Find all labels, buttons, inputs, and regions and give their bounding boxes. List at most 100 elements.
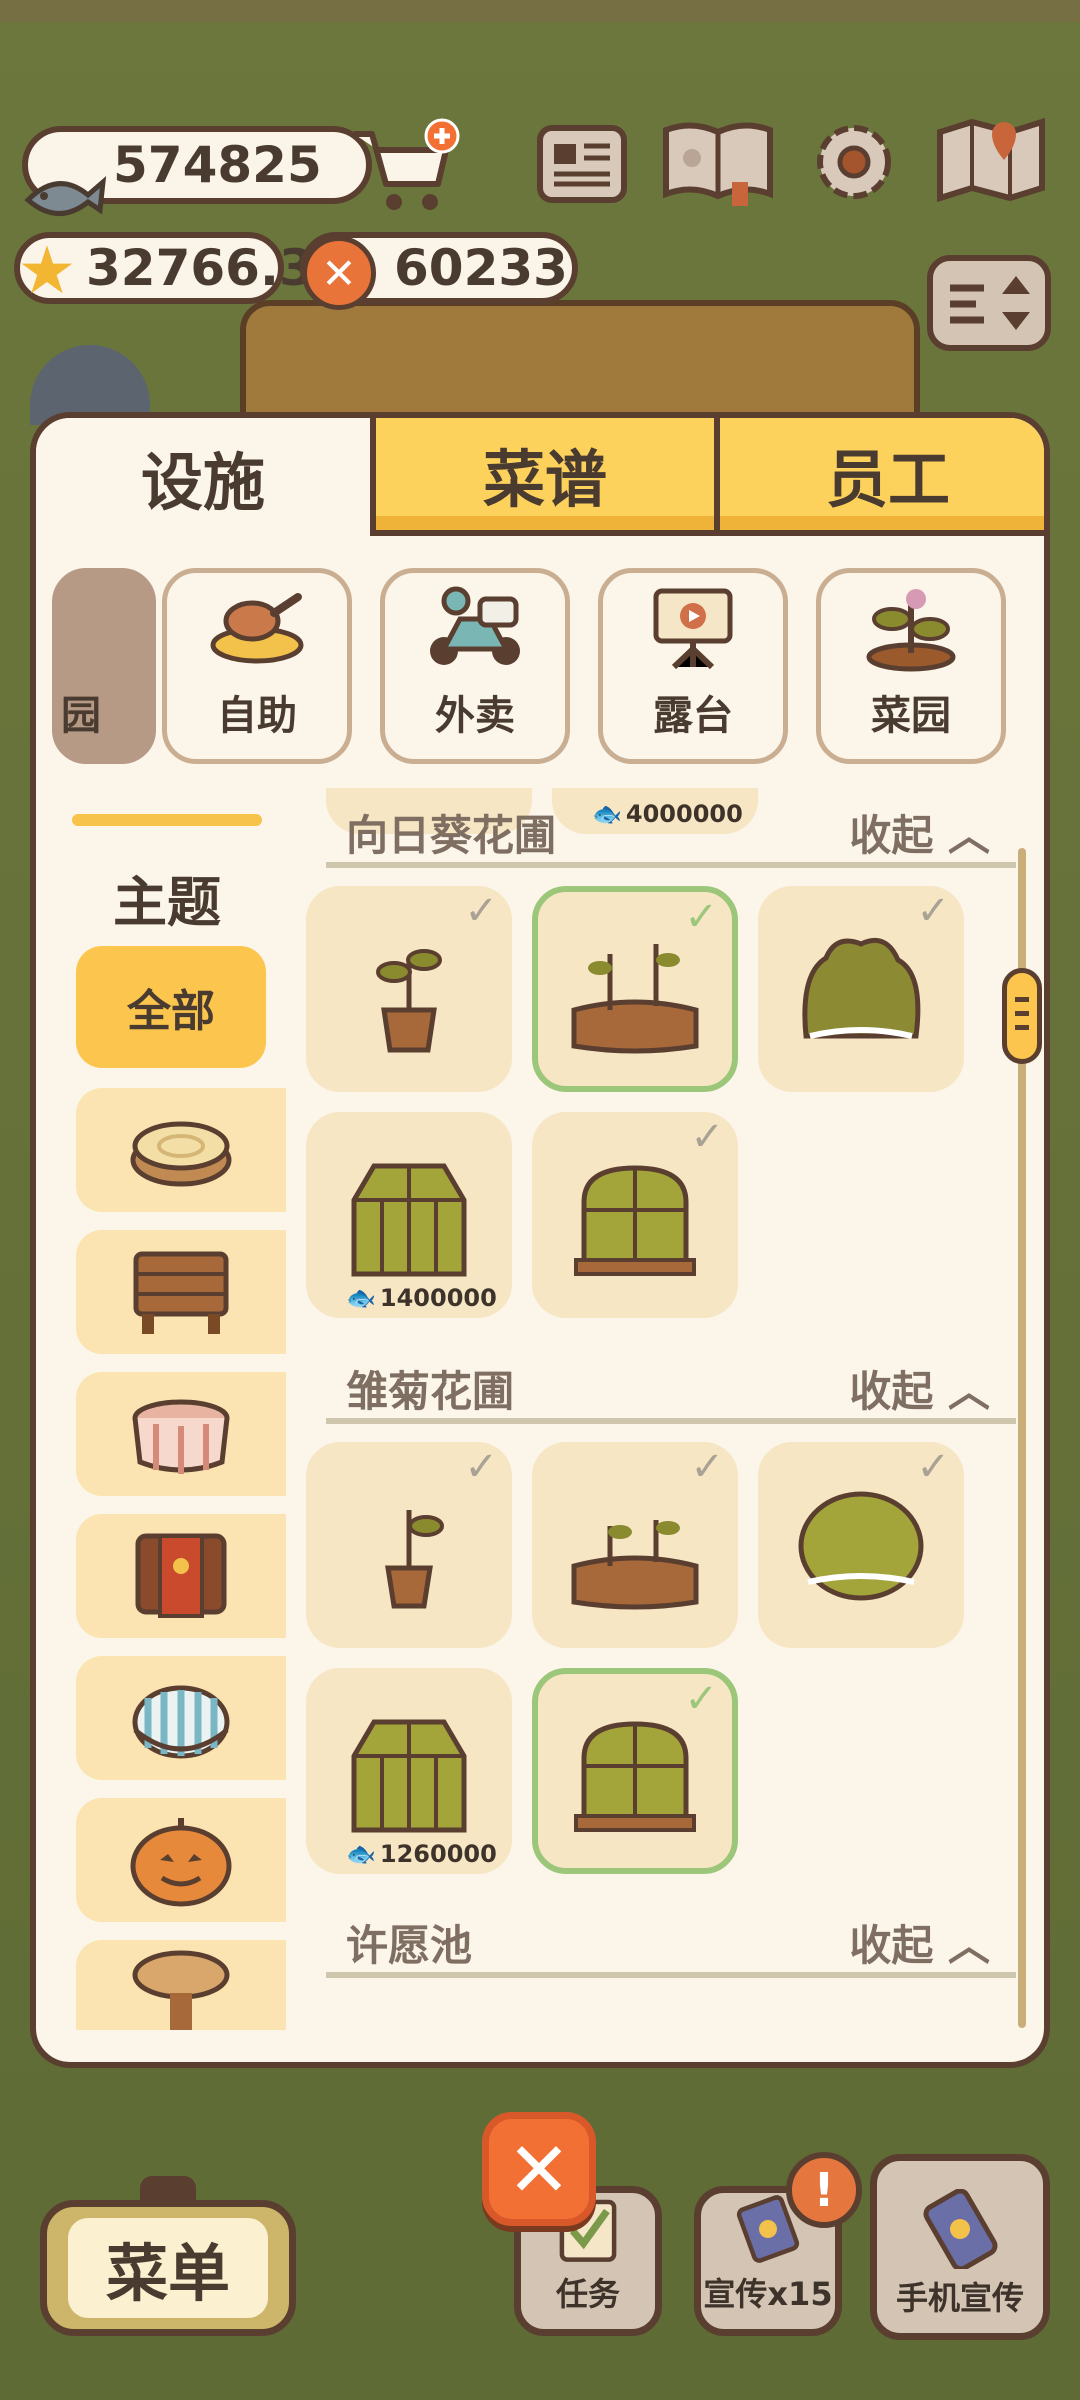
wooden-table-icon [133,1251,229,1334]
collapse-button[interactable]: 收起 ︿ [849,1912,990,1973]
buffet-icon [210,593,304,664]
star-count: 32766.3 [86,239,314,297]
category-row: 园 自助 外卖 露台 菜园 [36,568,1044,768]
theme-checkered-table[interactable] [76,1372,286,1496]
tab-staff[interactable]: 员工 [720,418,1044,536]
greenhouse-icon [351,1719,467,1833]
scooter-icon [430,586,520,665]
collapse-label: 收起 [849,1367,934,1416]
close-button[interactable]: ✕ [482,2112,596,2226]
category-delivery[interactable]: 外卖 [380,568,570,764]
theme-tree-stump[interactable] [76,1088,286,1212]
tab-recipes[interactable]: 菜谱 [376,418,720,536]
pumpkin-icon [130,1818,232,1907]
owned-check-icon: ✓ [916,1444,950,1490]
green-bush-icon [802,938,921,1039]
map-button[interactable] [934,114,1048,206]
facility-tile-locked[interactable]: 🐟 1400000 [306,1112,512,1318]
owned-check-icon: ✓ [690,1444,724,1490]
phone-icon [923,2189,998,2269]
chevron-up-icon: ︿ [947,811,990,860]
coin-icon: ✕ [302,236,376,310]
theme-all-button[interactable]: 全部 [76,946,266,1068]
price-label: 🐟 1400000 [346,1284,497,1312]
section-title: 向日葵花圃 [346,811,557,860]
theme-pumpkin[interactable] [76,1798,286,1922]
owned-check-icon: ✓ [916,888,950,934]
section-header: 许愿池 收起 ︿ [326,1898,1016,1978]
checkered-table-icon [132,1399,230,1474]
potted-sprout-icon [385,1510,444,1609]
theme-title: 主题 [113,871,221,934]
category-buffet[interactable]: 自助 [162,568,352,764]
collapse-label: 收起 [849,811,934,860]
category-label: 自助 [217,693,297,739]
garden-sprout-icon [866,589,956,672]
section-title: 雏菊花圃 [346,1367,515,1416]
facility-tile[interactable]: ✓ [306,886,512,1092]
price-value: 1260000 [379,1840,497,1868]
potted-sprout-icon [376,949,442,1053]
owned-check-icon: ✓ [464,1444,498,1490]
shop-cart-button[interactable] [350,118,460,218]
facility-tile-selected[interactable]: ✓ [532,1668,738,1874]
menu-button[interactable]: 菜单 [40,2200,296,2336]
theme-striped-round-table[interactable] [76,1656,286,1780]
theme-wooden-table[interactable] [76,1230,286,1354]
price-label: 🐟 1260000 [346,1840,497,1868]
facility-tile[interactable]: ✓ [532,1442,738,1648]
menu-label: 菜单 [68,2218,268,2318]
task-label: 任务 [555,2275,620,2313]
facility-tile[interactable]: ✓ [758,886,964,1092]
price-value: 1400000 [379,1284,497,1312]
category-label: 露台 [653,693,733,739]
category-vegetable-garden[interactable]: 菜园 [816,568,1006,764]
facility-tile-locked[interactable]: 🐟 1260000 [306,1668,512,1874]
owned-check-icon: ✓ [464,888,498,934]
owned-check-icon: ✓ [684,1676,718,1722]
section-header: 雏菊花圃 收起 ︿ [326,1344,1016,1424]
facility-tile-selected[interactable]: ✓ [532,886,738,1092]
layout-edit-button[interactable] [926,254,1052,352]
owned-check-icon: ✓ [690,1114,724,1160]
alert-badge: ! [786,2152,862,2228]
collapse-label: 收起 [849,1921,934,1970]
coin-count: 60233 [394,239,568,297]
facility-list: 🐟 4000000 向日葵花圃 收起 ︿ ✓ ✓ ✓ 🐟 1400000 ✓ 雏… [286,788,1026,2048]
owned-check-icon: ✓ [684,894,718,940]
chevron-up-icon: ︿ [947,1367,990,1416]
soil-sprouts-icon [571,1520,699,1610]
facility-tile[interactable]: ✓ [306,1442,512,1648]
round-wooden-table-icon [132,1950,230,2030]
striped-round-table-icon [132,1685,230,1759]
category-terrace[interactable]: 露台 [598,568,788,764]
sidebar-accent [72,814,262,826]
collapse-button[interactable]: 收起 ︿ [849,802,990,863]
greenhouse-icon [351,1163,467,1277]
promo-label: 宣传x15 [703,2275,833,2313]
phone-promo-label: 手机宣传 [895,2279,1024,2317]
theme-round-wooden-table[interactable] [76,1940,286,2030]
facility-tile[interactable]: ✓ [532,1112,738,1318]
category-label: 菜园 [871,693,951,739]
facility-tile[interactable]: ✓ [758,1442,964,1648]
settings-gear-button[interactable] [806,116,902,208]
fish-count: 574825 [113,136,322,194]
tab-facilities[interactable]: 设施 [36,418,376,536]
terrace-screen-icon [653,588,733,670]
category-label: 外卖 [435,693,515,739]
build-panel: 设施 菜谱 员工 园 自助 外卖 露台 菜园 主题 全部 🐟 4000000 向… [30,412,1050,2068]
section-header: 向日葵花圃 收起 ︿ [326,788,1016,868]
tree-stump-icon [130,1121,232,1187]
fish-icon [18,160,108,230]
theme-paw-cloth-table[interactable] [76,1514,286,1638]
fish-icon: 🐟 [346,1284,376,1312]
newspaper-button[interactable] [534,118,630,210]
chevron-up-icon: ︿ [947,1921,990,1970]
category-label: 园 [61,693,101,739]
phone-promo-button[interactable]: 手机宣传 [870,2154,1050,2340]
recipe-book-button[interactable] [660,116,776,208]
collapse-button[interactable]: 收起 ︿ [849,1358,990,1419]
section-title: 许愿池 [346,1921,473,1970]
category-garden-partial[interactable]: 园 [52,568,156,764]
